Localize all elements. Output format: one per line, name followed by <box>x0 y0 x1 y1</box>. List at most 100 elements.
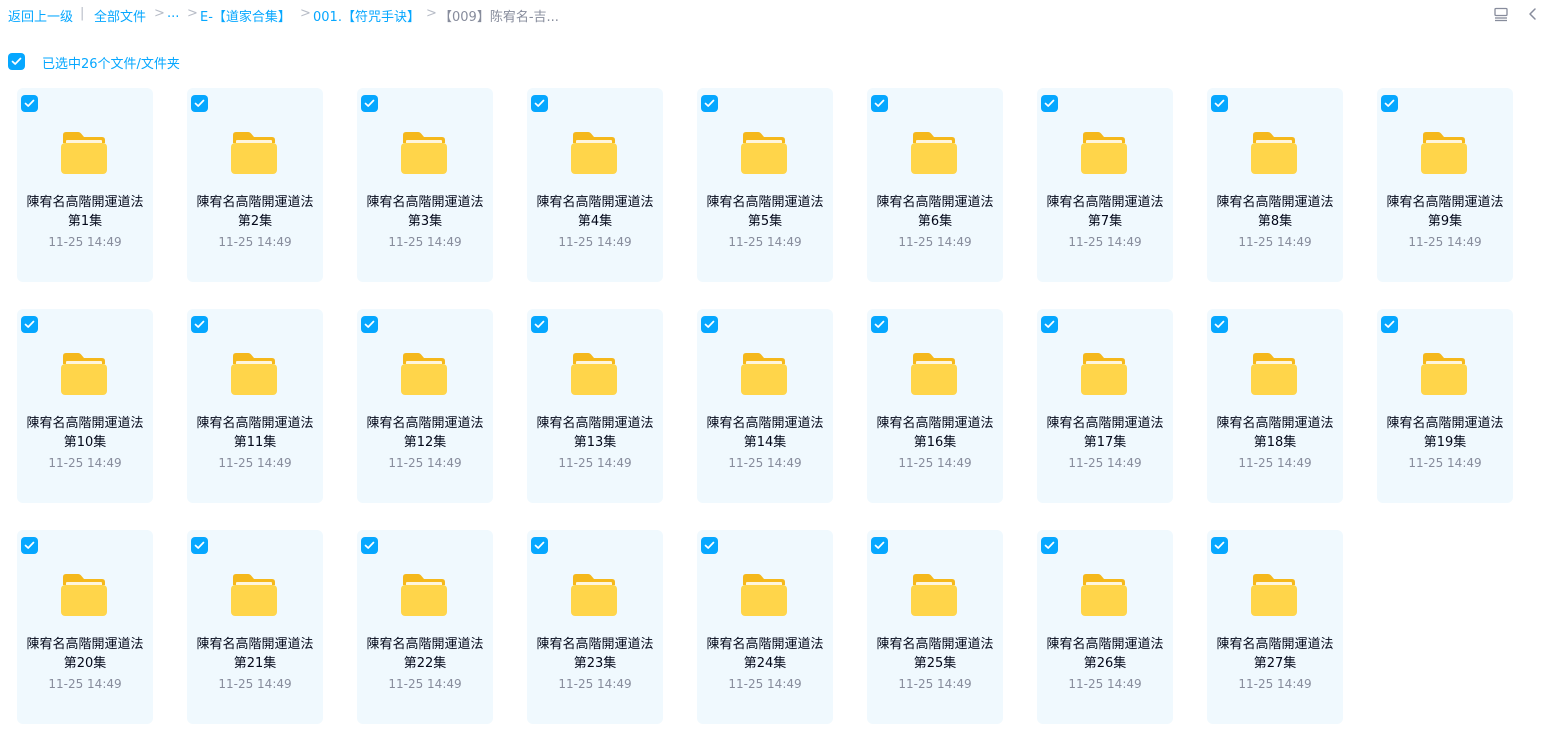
file-name[interactable]: 陳宥名高階開運道法第9集 <box>1385 193 1505 231</box>
file-card[interactable]: 陳宥名高階開運道法第3集 11-25 14:49 <box>357 88 493 282</box>
file-name[interactable]: 陳宥名高階開運道法第10集 <box>25 414 145 452</box>
breadcrumb-ellipsis[interactable]: ... <box>167 6 179 21</box>
breadcrumb-divider: | <box>80 6 85 21</box>
file-card[interactable]: 陳宥名高階開運道法第25集 11-25 14:49 <box>867 530 1003 724</box>
file-card[interactable]: 陳宥名高階開運道法第19集 11-25 14:49 <box>1377 309 1513 503</box>
checkbox-checked-icon[interactable] <box>871 316 888 333</box>
file-card[interactable]: 陳宥名高階開運道法第13集 11-25 14:49 <box>527 309 663 503</box>
checkbox-checked-icon[interactable] <box>1041 537 1058 554</box>
checkbox-checked-icon[interactable] <box>1381 95 1398 112</box>
file-card[interactable]: 陳宥名高階開運道法第9集 11-25 14:49 <box>1377 88 1513 282</box>
checkbox-checked-icon[interactable] <box>1381 316 1398 333</box>
checkbox-checked-icon[interactable] <box>361 316 378 333</box>
breadcrumb-current: 【009】陈宥名-吉... <box>439 10 559 25</box>
checkbox-checked-icon[interactable] <box>701 95 718 112</box>
file-name[interactable]: 陳宥名高階開運道法第2集 <box>195 193 315 231</box>
file-name[interactable]: 陳宥名高階開運道法第18集 <box>1215 414 1335 452</box>
file-name[interactable]: 陳宥名高階開運道法第20集 <box>25 635 145 673</box>
checkbox-checked-icon[interactable] <box>701 316 718 333</box>
back-link[interactable]: 返回上一级 <box>8 6 73 25</box>
file-name[interactable]: 陳宥名高階開運道法第14集 <box>705 414 825 452</box>
file-card[interactable]: 陳宥名高階開運道法第5集 11-25 14:49 <box>697 88 833 282</box>
checkbox-checked-icon[interactable] <box>361 537 378 554</box>
checkbox-checked-icon[interactable] <box>21 537 38 554</box>
file-name[interactable]: 陳宥名高階開運道法第16集 <box>875 414 995 452</box>
checkbox-checked-icon[interactable] <box>871 537 888 554</box>
file-card[interactable]: 陳宥名高階開運道法第24集 11-25 14:49 <box>697 530 833 724</box>
breadcrumb-level1[interactable]: E-【道家合集】 <box>200 6 291 25</box>
file-name[interactable]: 陳宥名高階開運道法第23集 <box>535 635 655 673</box>
file-card[interactable]: 陳宥名高階開運道法第17集 11-25 14:49 <box>1037 309 1173 503</box>
chevron-left-icon[interactable] <box>1525 6 1541 22</box>
file-name[interactable]: 陳宥名高階開運道法第3集 <box>365 193 485 231</box>
checkbox-checked-icon[interactable] <box>191 537 208 554</box>
folder-icon <box>230 352 278 396</box>
breadcrumb-all-files[interactable]: 全部文件 <box>94 6 146 25</box>
checkbox-checked-icon[interactable] <box>531 537 548 554</box>
file-name[interactable]: 陳宥名高階開運道法第19集 <box>1385 414 1505 452</box>
checkbox-checked-icon[interactable] <box>1041 95 1058 112</box>
file-name[interactable]: 陳宥名高階開運道法第5集 <box>705 193 825 231</box>
file-card[interactable]: 陳宥名高階開運道法第23集 11-25 14:49 <box>527 530 663 724</box>
file-card[interactable]: 陳宥名高階開運道法第27集 11-25 14:49 <box>1207 530 1343 724</box>
file-name[interactable]: 陳宥名高階開運道法第21集 <box>195 635 315 673</box>
file-card[interactable]: 陳宥名高階開運道法第16集 11-25 14:49 <box>867 309 1003 503</box>
checkbox-checked-icon[interactable] <box>21 316 38 333</box>
checkbox-checked-icon[interactable] <box>701 537 718 554</box>
checkbox-checked-icon[interactable] <box>21 95 38 112</box>
folder-icon <box>230 131 278 175</box>
file-name[interactable]: 陳宥名高階開運道法第17集 <box>1045 414 1165 452</box>
file-name[interactable]: 陳宥名高階開運道法第26集 <box>1045 635 1165 673</box>
breadcrumb: 返回上一级 | 全部文件 > ... > E-【道家合集】 > 001.【符咒手… <box>0 0 1548 30</box>
file-card[interactable]: 陳宥名高階開運道法第21集 11-25 14:49 <box>187 530 323 724</box>
file-name[interactable]: 陳宥名高階開運道法第6集 <box>875 193 995 231</box>
file-card[interactable]: 陳宥名高階開運道法第2集 11-25 14:49 <box>187 88 323 282</box>
checkbox-checked-icon[interactable] <box>871 95 888 112</box>
file-card[interactable]: 陳宥名高階開運道法第12集 11-25 14:49 <box>357 309 493 503</box>
folder-icon <box>230 573 278 617</box>
file-date: 11-25 14:49 <box>388 456 462 470</box>
checkbox-checked-icon[interactable] <box>531 95 548 112</box>
file-card[interactable]: 陳宥名高階開運道法第14集 11-25 14:49 <box>697 309 833 503</box>
file-card[interactable]: 陳宥名高階開運道法第4集 11-25 14:49 <box>527 88 663 282</box>
file-date: 11-25 14:49 <box>388 677 462 691</box>
checkbox-checked-icon[interactable] <box>1211 95 1228 112</box>
checkbox-checked-icon[interactable] <box>1211 316 1228 333</box>
file-name[interactable]: 陳宥名高階開運道法第4集 <box>535 193 655 231</box>
file-name[interactable]: 陳宥名高階開運道法第22集 <box>365 635 485 673</box>
file-name[interactable]: 陳宥名高階開運道法第8集 <box>1215 193 1335 231</box>
file-name[interactable]: 陳宥名高階開運道法第12集 <box>365 414 485 452</box>
file-card[interactable]: 陳宥名高階開運道法第18集 11-25 14:49 <box>1207 309 1343 503</box>
file-name[interactable]: 陳宥名高階開運道法第1集 <box>25 193 145 231</box>
file-card[interactable]: 陳宥名高階開運道法第22集 11-25 14:49 <box>357 530 493 724</box>
file-name[interactable]: 陳宥名高階開運道法第27集 <box>1215 635 1335 673</box>
file-name[interactable]: 陳宥名高階開運道法第11集 <box>195 414 315 452</box>
file-date: 11-25 14:49 <box>48 456 122 470</box>
file-card[interactable]: 陳宥名高階開運道法第26集 11-25 14:49 <box>1037 530 1173 724</box>
checkbox-checked-icon[interactable] <box>1211 537 1228 554</box>
checkbox-checked-icon[interactable] <box>361 95 378 112</box>
file-date: 11-25 14:49 <box>898 456 972 470</box>
file-date: 11-25 14:49 <box>388 235 462 249</box>
folder-icon <box>1420 131 1468 175</box>
file-name[interactable]: 陳宥名高階開運道法第24集 <box>705 635 825 673</box>
file-card[interactable]: 陳宥名高階開運道法第11集 11-25 14:49 <box>187 309 323 503</box>
file-card[interactable]: 陳宥名高階開運道法第10集 11-25 14:49 <box>17 309 153 503</box>
file-card[interactable]: 陳宥名高階開運道法第20集 11-25 14:49 <box>17 530 153 724</box>
checkbox-checked-icon[interactable] <box>191 316 208 333</box>
checkbox-checked-icon[interactable] <box>191 95 208 112</box>
file-name[interactable]: 陳宥名高階開運道法第25集 <box>875 635 995 673</box>
select-all-checkbox[interactable] <box>8 53 25 70</box>
list-view-icon[interactable] <box>1493 6 1509 22</box>
file-card[interactable]: 陳宥名高階開運道法第8集 11-25 14:49 <box>1207 88 1343 282</box>
file-card[interactable]: 陳宥名高階開運道法第1集 11-25 14:49 <box>17 88 153 282</box>
file-card[interactable]: 陳宥名高階開運道法第7集 11-25 14:49 <box>1037 88 1173 282</box>
folder-icon <box>60 573 108 617</box>
folder-icon <box>570 131 618 175</box>
breadcrumb-level2[interactable]: 001.【符咒手诀】 <box>313 6 420 25</box>
file-name[interactable]: 陳宥名高階開運道法第13集 <box>535 414 655 452</box>
checkbox-checked-icon[interactable] <box>531 316 548 333</box>
checkbox-checked-icon[interactable] <box>1041 316 1058 333</box>
file-card[interactable]: 陳宥名高階開運道法第6集 11-25 14:49 <box>867 88 1003 282</box>
file-name[interactable]: 陳宥名高階開運道法第7集 <box>1045 193 1165 231</box>
